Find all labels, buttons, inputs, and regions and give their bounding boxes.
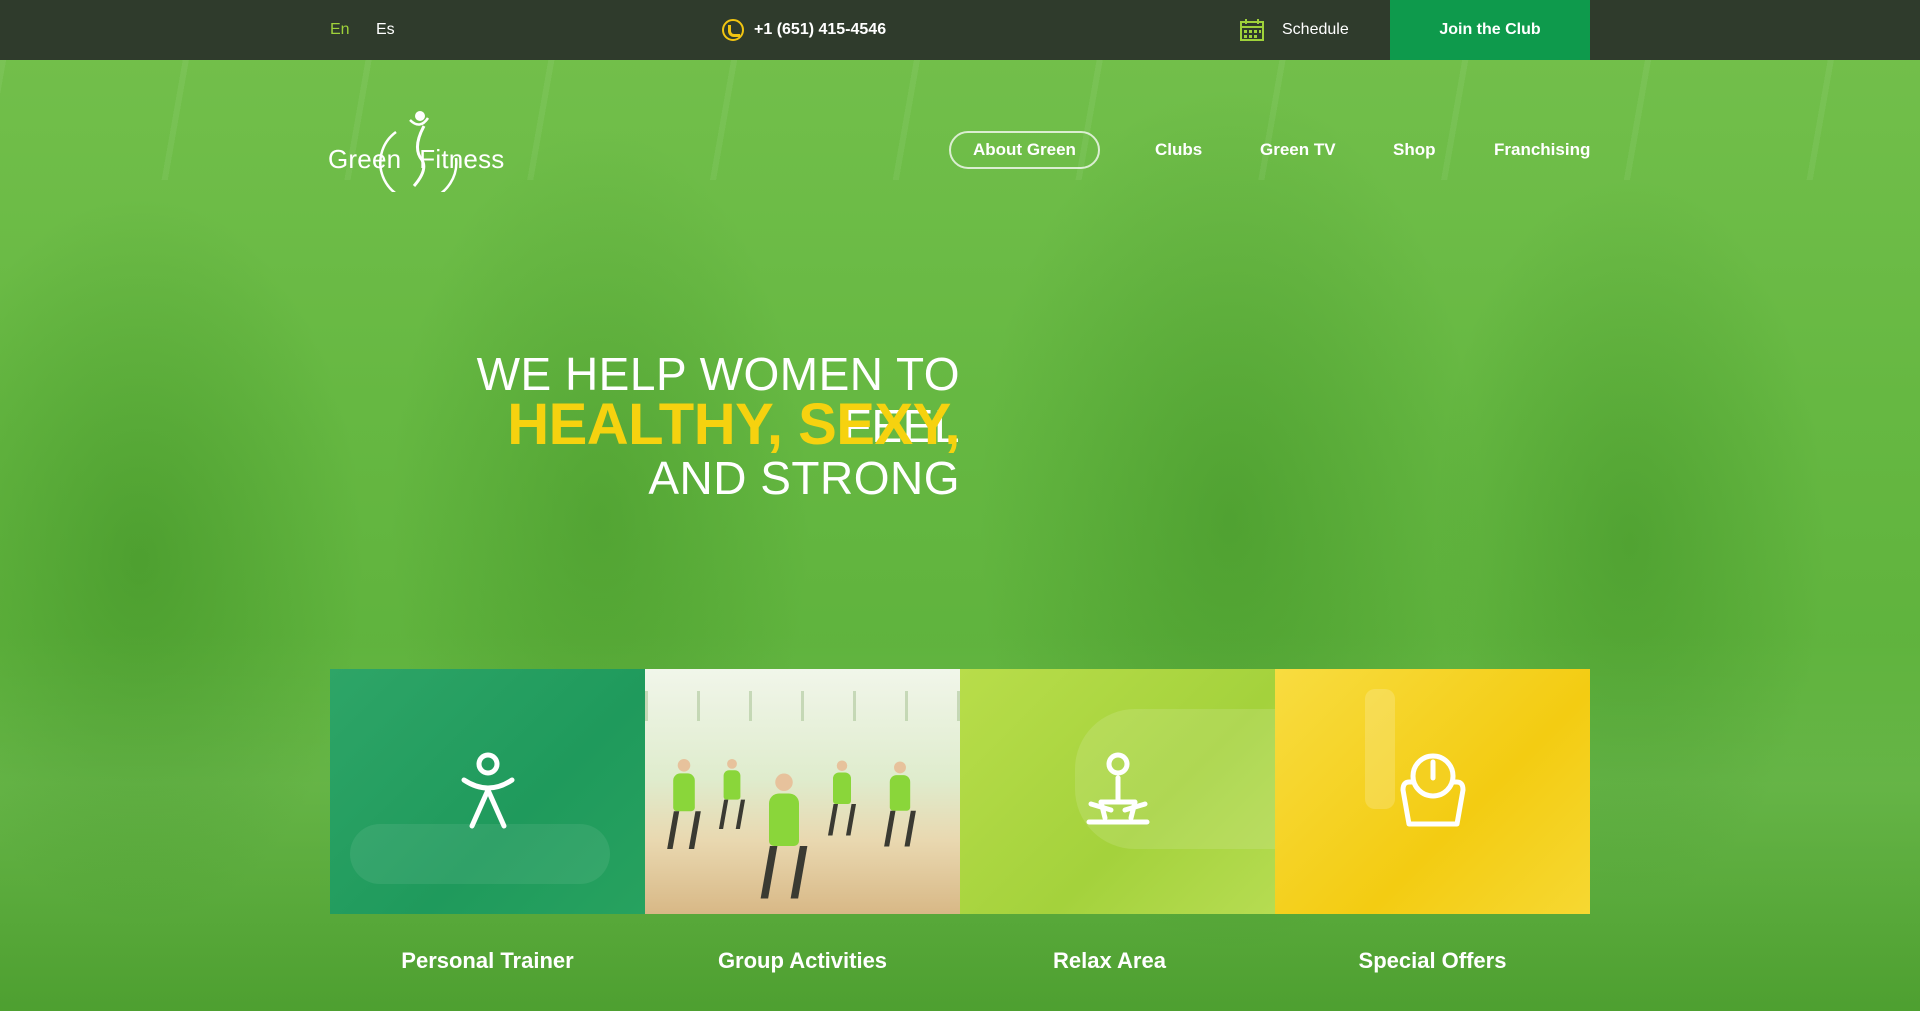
scale-icon [1400, 753, 1465, 826]
logo-word-green: Green [328, 144, 402, 174]
group-photo [645, 669, 960, 914]
phone-number: +1 (651) 415-4546 [754, 21, 887, 38]
tile-personal-trainer[interactable] [330, 669, 645, 914]
tile-relax-area[interactable] [960, 669, 1275, 914]
label-personal-trainer[interactable]: Personal Trainer [330, 948, 645, 974]
calendar-icon [1240, 19, 1264, 41]
join-club-button[interactable]: Join the Club [1390, 0, 1590, 60]
logo-word-fitness: Fitness [419, 144, 505, 174]
lang-en[interactable]: En [330, 0, 350, 60]
phone-icon [722, 19, 744, 41]
hero-line-3: AND STRONG [648, 452, 960, 504]
phone-contact[interactable]: +1 (651) 415-4546 [722, 0, 886, 60]
tile-special-offers[interactable] [1275, 669, 1590, 914]
tile-group-activities[interactable] [645, 669, 960, 914]
person-jumping-icon [461, 752, 514, 828]
label-group-activities[interactable]: Group Activities [645, 948, 960, 974]
lang-es[interactable]: Es [376, 0, 395, 60]
logo[interactable]: Green Fitness [328, 108, 508, 192]
nav-franchising[interactable]: Franchising [1494, 131, 1590, 169]
nav-green-tv[interactable]: Green TV [1260, 131, 1336, 169]
nav-clubs[interactable]: Clubs [1155, 131, 1202, 169]
schedule-label: Schedule [1282, 21, 1349, 38]
label-relax-area[interactable]: Relax Area [952, 948, 1267, 974]
nav-about-green[interactable]: About Green [949, 131, 1100, 169]
meditation-icon [1086, 752, 1149, 824]
schedule-link[interactable]: Schedule [1240, 0, 1349, 60]
nav-shop[interactable]: Shop [1393, 131, 1436, 169]
label-special-offers[interactable]: Special Offers [1275, 948, 1590, 974]
hero-line-2: HEALTHY, SEXY, [507, 392, 960, 457]
top-bar: En Es +1 (651) 415-4546 Schedule Join th… [0, 0, 1920, 60]
